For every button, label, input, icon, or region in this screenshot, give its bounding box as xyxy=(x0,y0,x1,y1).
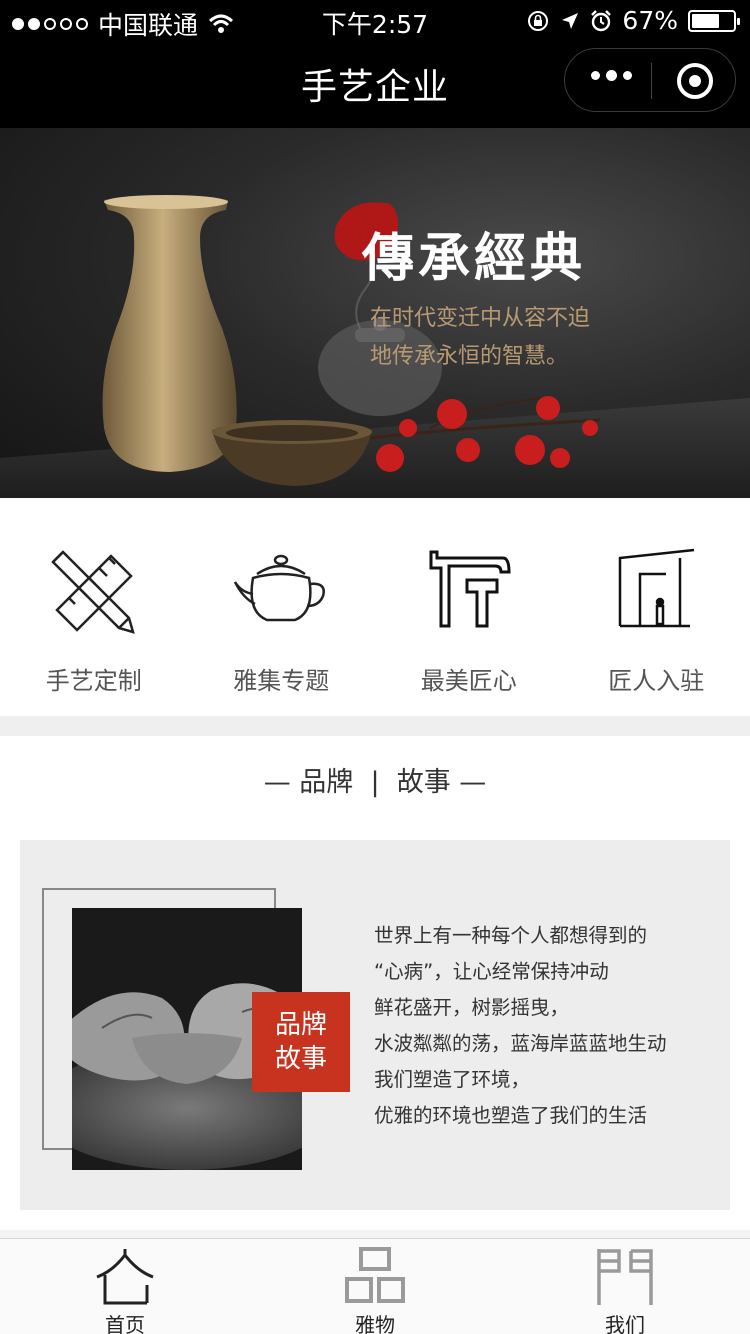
category-label: 雅集专题 xyxy=(233,667,330,695)
banner-subtitle-line1: 在时代变迁中从容不迫 xyxy=(370,306,591,331)
pencil-ruler-icon xyxy=(50,550,135,634)
home-icon xyxy=(96,1249,154,1305)
title-dash-right: — xyxy=(450,767,487,798)
gate-icon xyxy=(597,1249,653,1305)
category-label: 匠人入驻 xyxy=(608,667,705,695)
story-line: 优雅的环境也塑造了我们的生活 xyxy=(374,1104,648,1127)
category-label: 手艺定制 xyxy=(45,667,142,695)
banner-subtitle: 在时代变迁中从容不迫 地传承永恒的智慧。 xyxy=(370,300,590,376)
story-line: 世界上有一种每个人都想得到的 xyxy=(374,924,648,947)
story-line: 水波粼粼的荡，蓝海岸蓝蓝地生动 xyxy=(374,1032,667,1055)
tab-label: 首页 xyxy=(105,1313,145,1334)
goods-icon xyxy=(345,1247,405,1303)
section-divider xyxy=(0,716,750,736)
banner-subtitle-line2: 地传承永恒的智慧。 xyxy=(370,344,569,369)
brand-story-text: 世界上有一种每个人都想得到的 “心病”，让心经常保持冲动 鲜花盛开，树影摇曳， … xyxy=(374,918,714,1134)
category-artisan-join[interactable]: 匠人入驻 xyxy=(563,498,750,716)
status-bar: 中国联通 下午2:57 67% xyxy=(0,0,750,40)
tab-goods[interactable]: 雅物 xyxy=(250,1239,500,1334)
title-dash-left: — xyxy=(263,767,300,798)
rotation-lock-icon xyxy=(528,10,549,31)
location-icon xyxy=(562,12,579,29)
category-menu: 手艺定制 雅集专题 最美匠心 匠人入驻 xyxy=(0,498,750,716)
brand-story-tag: 品牌 故事 xyxy=(252,992,350,1092)
tab-home[interactable]: 首页 xyxy=(0,1239,250,1334)
close-mini-program-icon[interactable] xyxy=(677,63,713,99)
teapot-icon xyxy=(234,554,326,622)
hero-banner[interactable]: 傳承經典 在时代变迁中从容不迫 地传承永恒的智慧。 xyxy=(0,128,750,498)
banner-title: 傳承經典 xyxy=(362,228,587,289)
story-line: 鲜花盛开，树影摇曳， xyxy=(374,996,570,1019)
more-options-icon[interactable] xyxy=(591,70,632,81)
status-icons: 67% xyxy=(526,6,740,35)
section-title-right: 故事 xyxy=(396,767,451,798)
story-line: “心病”，让心经常保持冲动 xyxy=(374,960,609,983)
doorway-icon xyxy=(619,548,695,628)
category-custom-craft[interactable]: 手艺定制 xyxy=(0,498,188,716)
category-label: 最美匠心 xyxy=(420,667,517,695)
tag-line2: 故事 xyxy=(274,1044,327,1074)
bottom-divider xyxy=(0,1230,750,1238)
battery-icon xyxy=(688,9,740,32)
tag-line1: 品牌 xyxy=(274,1010,327,1040)
brand-story-card[interactable]: 品牌 故事 世界上有一种每个人都想得到的 “心病”，让心经常保持冲动 鲜花盛开，… xyxy=(20,840,730,1210)
tab-label: 我们 xyxy=(605,1313,645,1334)
mini-program-capsule xyxy=(564,48,736,112)
alarm-icon xyxy=(591,9,612,31)
title-separator: | xyxy=(353,767,397,798)
navigation-bar: 手艺企业 xyxy=(0,40,750,128)
tab-about-us[interactable]: 我们 xyxy=(500,1239,750,1334)
story-line: 我们塑造了环境， xyxy=(374,1068,531,1091)
tab-label: 雅物 xyxy=(355,1313,395,1334)
category-best-craftsmanship[interactable]: 最美匠心 xyxy=(375,498,563,716)
hammer-icon xyxy=(429,550,511,628)
battery-percent: 67% xyxy=(622,6,678,35)
category-gathering-topics[interactable]: 雅集专题 xyxy=(188,498,376,716)
app-screen: 中国联通 下午2:57 67% 手艺企业 傳承經典 在时代变迁中从容不迫 地传承… xyxy=(0,0,750,1334)
bottom-tab-bar: 首页 雅物 我们 xyxy=(0,1238,750,1334)
capsule-divider xyxy=(651,63,652,99)
section-title-brand-story: — 品牌 | 故事 — xyxy=(0,760,750,799)
section-title-left: 品牌 xyxy=(299,767,354,798)
